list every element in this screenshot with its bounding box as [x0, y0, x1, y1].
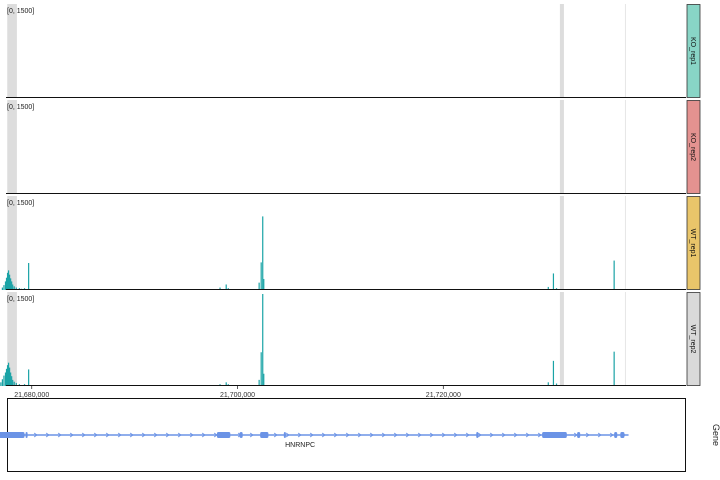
highlight-region — [559, 196, 564, 290]
signal-bar — [11, 376, 13, 386]
signal-bar — [28, 263, 30, 290]
gene-exon — [542, 432, 567, 438]
gene-exon — [283, 432, 286, 438]
signal-bar — [1, 287, 3, 290]
signal-bar — [6, 272, 9, 290]
gene-exon — [620, 432, 625, 438]
track-range-label: [0, 1500] — [7, 8, 34, 15]
signal-bar — [5, 277, 8, 290]
signal-bar — [11, 281, 13, 290]
signal-bar — [260, 352, 262, 386]
signal-bar — [1, 379, 3, 386]
track-strip-label: WT_rep1 — [689, 229, 696, 258]
highlight-region — [7, 100, 17, 194]
signal-bar — [7, 362, 10, 386]
gene-exon — [260, 432, 269, 438]
signal-bar — [4, 281, 7, 290]
gene-exon — [216, 432, 231, 438]
signal-bar — [28, 369, 30, 386]
signal-bar — [3, 375, 5, 386]
gene-exon — [476, 432, 479, 438]
gene-name-label: HNRNPC — [285, 442, 315, 449]
highlight-region — [559, 4, 564, 98]
signal-bar — [263, 278, 265, 290]
signal-bar — [263, 373, 265, 386]
highlight-region — [7, 4, 17, 98]
signal-bar — [9, 367, 11, 386]
track-WT_rep2: [0, 1500] WT_rep2 — [0, 292, 701, 386]
track-range-label: [0, 1500] — [7, 200, 34, 207]
x-tick-label: 21,700,000 — [220, 392, 255, 399]
gene-exon — [239, 432, 243, 438]
track-range-label: [0, 1500] — [7, 104, 34, 111]
genome-track-plot: [0, 1500]KO_rep1[0, 1500]KO_rep2[0, 1500… — [0, 4, 720, 472]
signal-bar — [613, 351, 615, 386]
highlight-region — [559, 100, 564, 194]
track-strip-label: KO_rep2 — [689, 133, 696, 161]
gene-track: HNRNPC — [0, 398, 686, 472]
signal-bar — [613, 260, 615, 290]
track-strip-label: WT_rep2 — [689, 325, 696, 354]
signal-bar — [5, 368, 8, 386]
gene-exon — [25, 432, 28, 438]
signal-bar — [0, 382, 2, 386]
signal-tracks: [0, 1500]KO_rep1[0, 1500]KO_rep2[0, 1500… — [0, 4, 701, 386]
track-range-label: [0, 1500] — [7, 296, 34, 303]
gene-exon — [577, 432, 581, 438]
gene-exon — [614, 432, 618, 438]
gene-track-side-label: Gene — [711, 424, 720, 446]
signal-bar — [262, 216, 264, 290]
x-tick-label: 21,720,000 — [426, 392, 461, 399]
signal-bar — [262, 294, 264, 386]
gene-exon — [0, 432, 25, 438]
x-axis: 21,680,000 21,700,000 21,720,000 — [14, 386, 461, 399]
track-WT_rep1: [0, 1500] WT_rep1 — [1, 196, 701, 290]
highlight-region — [559, 292, 564, 386]
signal-bar — [258, 282, 260, 290]
track-KO_rep2: [0, 1500] KO_rep2 — [6, 100, 701, 194]
signal-bar — [7, 270, 10, 290]
signal-bar — [10, 372, 12, 386]
signal-bar — [552, 360, 555, 386]
signal-bar — [552, 273, 555, 290]
signal-bar — [260, 262, 262, 290]
signal-bar — [9, 274, 11, 290]
track-strip-label: KO_rep1 — [689, 37, 696, 65]
signal-bar — [4, 372, 7, 386]
signal-bar — [10, 278, 12, 290]
x-tick-label: 21,680,000 — [14, 392, 49, 399]
signal-bar — [3, 285, 5, 290]
signal-bar — [6, 365, 9, 386]
track-KO_rep1: [0, 1500] KO_rep1 — [6, 4, 701, 98]
